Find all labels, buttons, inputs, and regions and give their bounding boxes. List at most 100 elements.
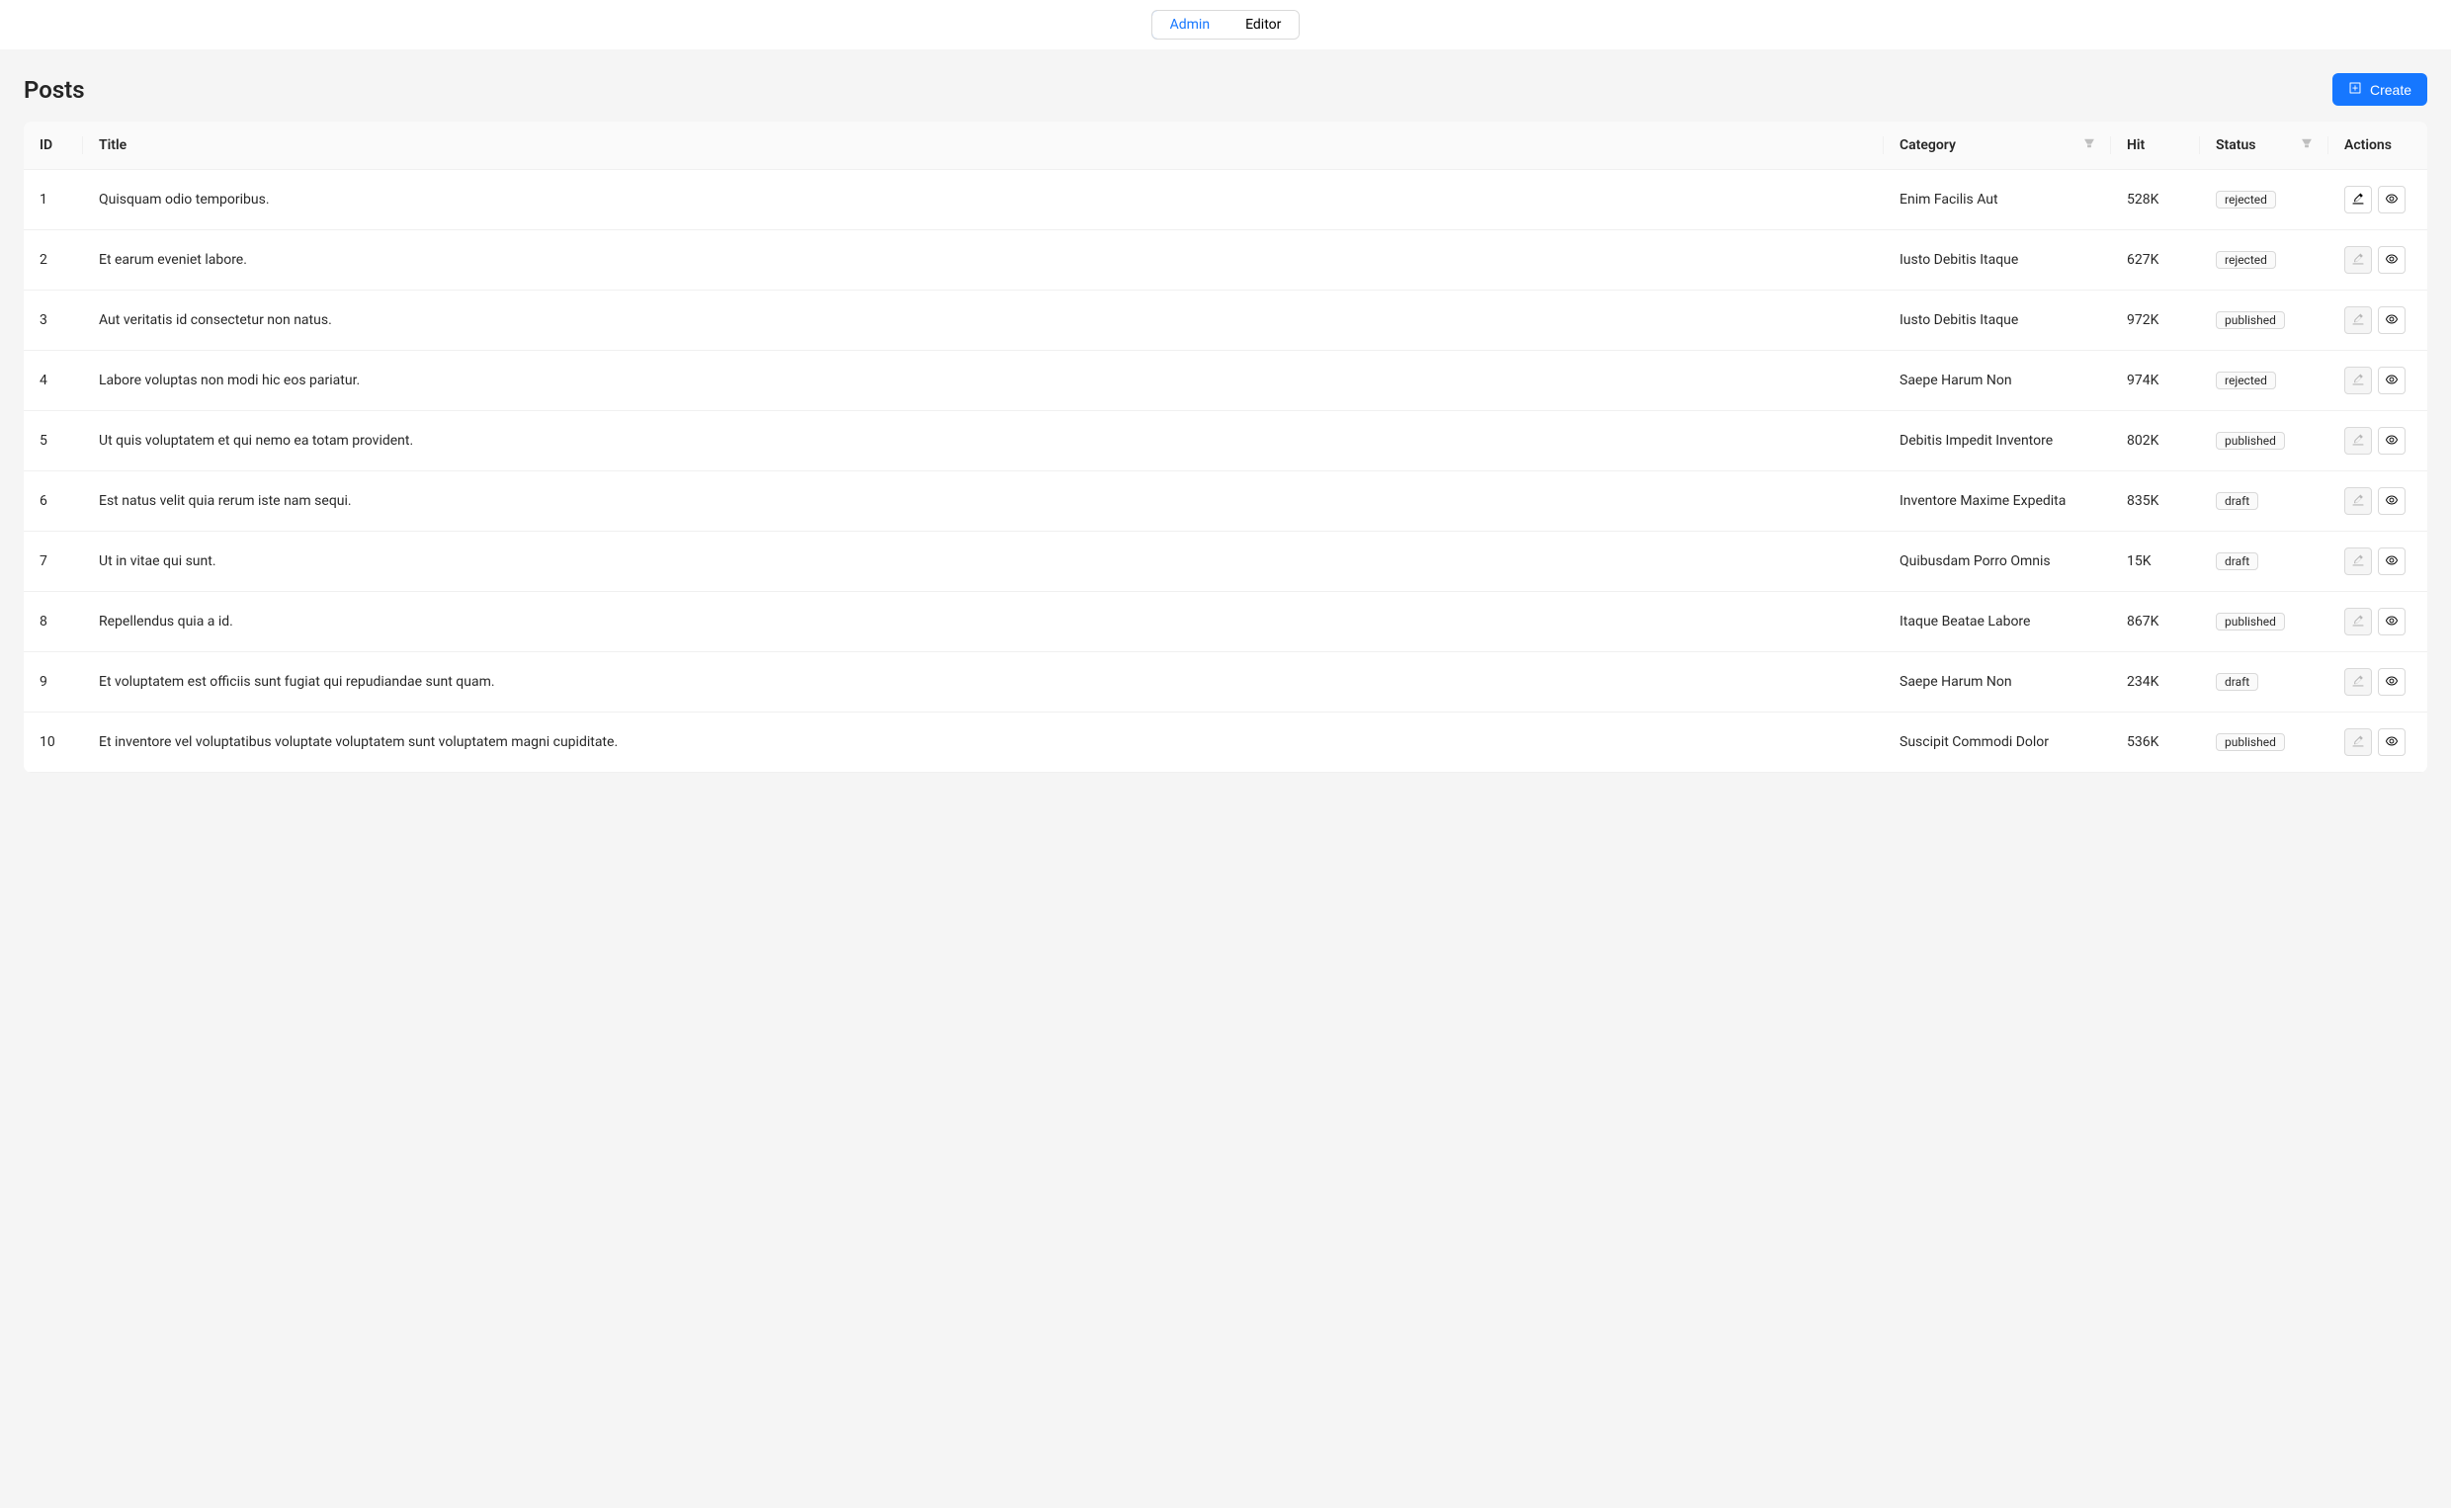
filter-icon[interactable] [2083,137,2095,153]
cell-status: rejected [2200,230,2328,291]
edit-button[interactable] [2344,186,2372,213]
column-header-actions: Actions [2328,122,2427,170]
cell-category: Saepe Harum Non [1884,652,2111,713]
page-header: Posts Create [24,73,2427,106]
cell-category: Saepe Harum Non [1884,351,2111,411]
cell-category: Suscipit Commodi Dolor [1884,713,2111,773]
view-button[interactable] [2378,547,2406,575]
view-button[interactable] [2378,186,2406,213]
filter-icon[interactable] [2301,137,2313,153]
cell-hit: 536K [2111,713,2200,773]
cell-title: Est natus velit quia rerum iste nam sequ… [83,471,1884,532]
cell-hit: 627K [2111,230,2200,291]
cell-category: Inventore Maxime Expedita [1884,471,2111,532]
cell-id: 10 [24,713,83,773]
status-tag: draft [2216,492,2258,510]
view-button[interactable] [2378,487,2406,515]
cell-hit: 234K [2111,652,2200,713]
cell-category: Iusto Debitis Itaque [1884,230,2111,291]
edit-icon [2351,553,2365,570]
cell-status: published [2200,411,2328,471]
eye-icon [2385,373,2399,389]
cell-title: Et voluptatem est officiis sunt fugiat q… [83,652,1884,713]
view-button[interactable] [2378,668,2406,696]
cell-actions [2328,351,2427,411]
cell-title: Et inventore vel voluptatibus voluptate … [83,713,1884,773]
eye-icon [2385,614,2399,630]
tab-editor[interactable]: Editor [1227,11,1299,39]
edit-button [2344,547,2372,575]
cell-status: published [2200,291,2328,351]
page-title: Posts [24,76,85,104]
cell-actions [2328,471,2427,532]
view-button[interactable] [2378,367,2406,394]
eye-icon [2385,493,2399,510]
cell-hit: 867K [2111,592,2200,652]
column-header-status[interactable]: Status [2200,122,2328,170]
posts-table: ID Title Category Hit Status [24,122,2427,773]
edit-icon [2351,373,2365,389]
content-area: Posts Create ID Title Category [0,49,2451,1508]
view-button[interactable] [2378,608,2406,635]
status-tag: rejected [2216,372,2276,389]
edit-icon [2351,614,2365,630]
table-row: 5Ut quis voluptatem et qui nemo ea totam… [24,411,2427,471]
column-header-id[interactable]: ID [24,122,83,170]
cell-category: Iusto Debitis Itaque [1884,291,2111,351]
edit-button [2344,608,2372,635]
edit-icon [2351,192,2365,209]
status-tag: rejected [2216,251,2276,269]
table-row: 1Quisquam odio temporibus.Enim Facilis A… [24,170,2427,230]
edit-button [2344,668,2372,696]
cell-status: published [2200,713,2328,773]
status-tag: draft [2216,552,2258,570]
table-row: 7Ut in vitae qui sunt.Quibusdam Porro Om… [24,532,2427,592]
cell-status: draft [2200,532,2328,592]
cell-actions [2328,291,2427,351]
view-button[interactable] [2378,728,2406,756]
status-tag: published [2216,432,2285,450]
column-header-category[interactable]: Category [1884,122,2111,170]
cell-id: 7 [24,532,83,592]
eye-icon [2385,252,2399,269]
top-nav-bar: AdminEditor [0,0,2451,49]
edit-icon [2351,433,2365,450]
cell-id: 3 [24,291,83,351]
cell-id: 4 [24,351,83,411]
edit-icon [2351,312,2365,329]
cell-category: Quibusdam Porro Omnis [1884,532,2111,592]
view-button[interactable] [2378,427,2406,455]
cell-category: Debitis Impedit Inventore [1884,411,2111,471]
plus-square-icon [2348,81,2362,98]
cell-hit: 972K [2111,291,2200,351]
cell-id: 8 [24,592,83,652]
cell-hit: 974K [2111,351,2200,411]
status-tag: rejected [2216,191,2276,209]
view-button[interactable] [2378,306,2406,334]
edit-icon [2351,252,2365,269]
view-button[interactable] [2378,246,2406,274]
cell-category: Itaque Beatae Labore [1884,592,2111,652]
create-button[interactable]: Create [2332,73,2427,106]
cell-title: Aut veritatis id consectetur non natus. [83,291,1884,351]
edit-button [2344,487,2372,515]
cell-actions [2328,170,2427,230]
column-header-hit[interactable]: Hit [2111,122,2200,170]
cell-status: draft [2200,471,2328,532]
cell-status: published [2200,592,2328,652]
cell-id: 9 [24,652,83,713]
create-button-label: Create [2370,82,2411,98]
edit-button [2344,427,2372,455]
cell-status: rejected [2200,170,2328,230]
eye-icon [2385,553,2399,570]
tab-admin[interactable]: Admin [1151,10,1228,40]
status-tag: published [2216,733,2285,751]
edit-button [2344,246,2372,274]
cell-category: Enim Facilis Aut [1884,170,2111,230]
status-tag: draft [2216,673,2258,691]
cell-actions [2328,411,2427,471]
status-tag: published [2216,311,2285,329]
table-row: 2Et earum eveniet labore.Iusto Debitis I… [24,230,2427,291]
column-header-title[interactable]: Title [83,122,1884,170]
cell-hit: 528K [2111,170,2200,230]
